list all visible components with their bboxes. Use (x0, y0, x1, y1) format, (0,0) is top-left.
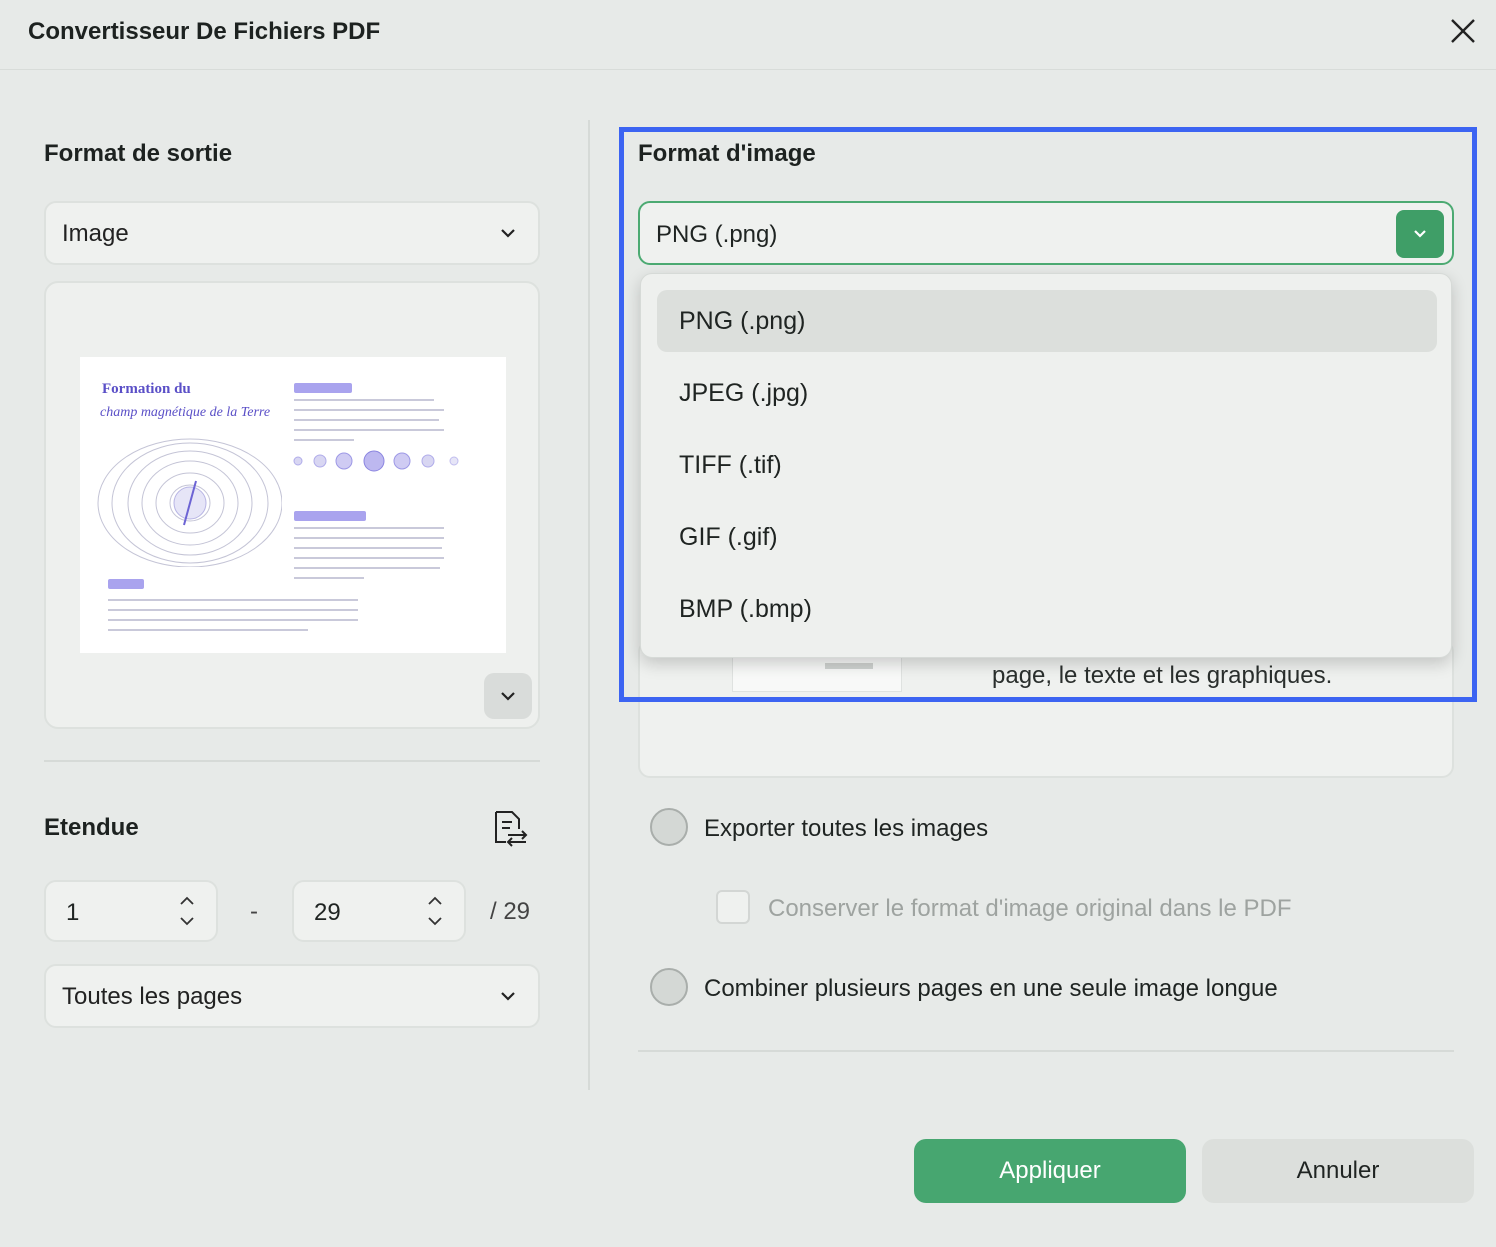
chevron-down-icon (1414, 230, 1426, 238)
range-swap-button[interactable] (490, 808, 530, 848)
panel-divider (588, 120, 590, 1090)
export-all-radio[interactable] (650, 808, 688, 846)
thumbnail-text-line (294, 547, 442, 549)
export-all-label: Exporter toutes les images (704, 815, 989, 842)
range-to-value: 29 (314, 899, 341, 926)
thumbnail-text-line (294, 439, 354, 441)
chevron-up-icon[interactable] (426, 894, 444, 908)
thumbnail-text-line (108, 609, 358, 611)
thumbnail-text-line (294, 537, 444, 539)
option-tiff[interactable]: TIFF (.tif) (657, 434, 1437, 496)
close-button[interactable] (1444, 16, 1482, 50)
image-format-value: PNG (.png) (656, 221, 778, 248)
thumbnail-text-line (108, 619, 358, 621)
thumbnail-tag (294, 383, 352, 393)
thumbnail-text-line (294, 409, 444, 411)
combine-pages-radio[interactable] (650, 968, 688, 1006)
chevron-up-icon[interactable] (178, 894, 196, 908)
thumbnail-text-line (294, 567, 440, 569)
format-description-text: page, le texte et les graphiques. (992, 662, 1333, 689)
magnetic-field-illustration (97, 438, 282, 567)
dropdown-toggle-button[interactable] (1396, 210, 1444, 258)
close-icon (1451, 19, 1475, 43)
range-to-stepper[interactable]: 29 (292, 880, 466, 942)
divider (44, 760, 540, 762)
chevron-down-icon (501, 229, 515, 238)
output-format-heading: Format de sortie (44, 140, 233, 167)
range-from-value: 1 (66, 899, 80, 926)
option-png[interactable]: PNG (.png) (657, 290, 1437, 352)
pages-select[interactable]: Toutes les pages (44, 964, 540, 1028)
option-jpeg[interactable]: JPEG (.jpg) (657, 362, 1437, 424)
range-total: / 29 (490, 898, 531, 925)
page-thumbnail: Formation du champ magnétique de la Terr… (80, 357, 506, 653)
cancel-button[interactable]: Annuler (1202, 1139, 1474, 1203)
title-bar: Convertisseur De Fichiers PDF (0, 0, 1496, 70)
combine-pages-label: Combiner plusieurs pages en une seule im… (704, 975, 1278, 1002)
thumbnail-text-line (108, 599, 358, 601)
option-gif[interactable]: GIF (.gif) (657, 506, 1437, 568)
range-from-stepper[interactable]: 1 (44, 880, 218, 942)
image-format-dropdown: PNG (.png) JPEG (.jpg) TIFF (.tif) GIF (… (640, 273, 1452, 658)
thumbnail-text-line (294, 429, 444, 431)
thumbnail-tag (108, 579, 144, 589)
thumbnail-text-line (294, 577, 364, 579)
chevron-down-icon (501, 992, 515, 1001)
expand-preview-button[interactable] (484, 673, 532, 719)
thumbnail-text-line (294, 419, 439, 421)
keep-format-label: Conserver le format d'image original dan… (768, 895, 1292, 922)
thumbnail-text-line (108, 629, 308, 631)
thumbnail-text-line (294, 399, 434, 401)
apply-button[interactable]: Appliquer (914, 1139, 1186, 1203)
output-format-select[interactable]: Image (44, 201, 540, 265)
chevron-down-icon[interactable] (178, 914, 196, 928)
thumbnail-text-line (294, 527, 444, 529)
planets-illustration (293, 450, 459, 472)
chevron-down-icon (501, 692, 515, 701)
thumbnail-tag (294, 511, 366, 521)
option-bmp[interactable]: BMP (.bmp) (657, 578, 1437, 640)
pages-select-value: Toutes les pages (62, 983, 243, 1010)
window-title: Convertisseur De Fichiers PDF (28, 18, 381, 45)
divider (638, 1050, 1454, 1052)
output-format-value: Image (62, 220, 129, 247)
file-swap-icon (495, 811, 528, 847)
range-heading: Etendue (44, 814, 139, 841)
thumbnail-title-line1: Formation du (102, 381, 191, 397)
preview-card: Formation du champ magnétique de la Terr… (44, 281, 540, 729)
thumbnail-title-line2: champ magnétique de la Terre (100, 405, 271, 420)
image-format-select[interactable]: PNG (.png) (638, 201, 1454, 265)
image-format-heading: Format d'image (638, 140, 816, 167)
chevron-down-icon[interactable] (426, 914, 444, 928)
keep-format-checkbox[interactable] (716, 890, 750, 924)
range-separator: - (250, 898, 258, 925)
thumbnail-text-line (294, 557, 444, 559)
